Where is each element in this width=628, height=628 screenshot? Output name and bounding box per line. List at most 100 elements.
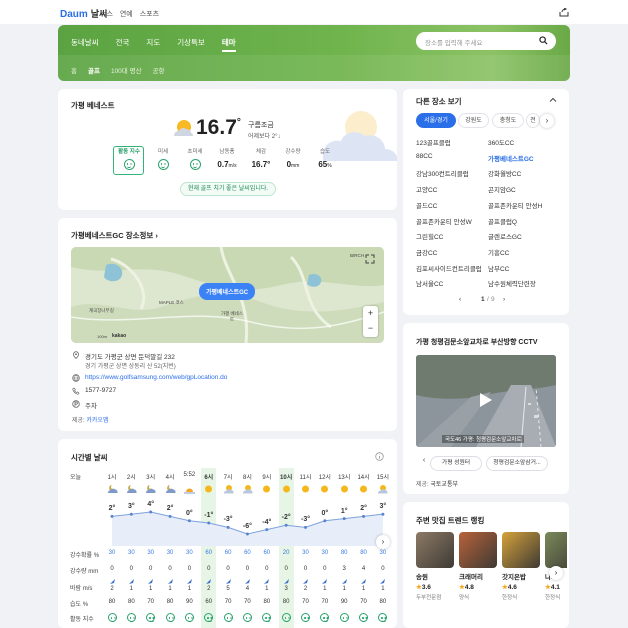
- restaurants-next-button[interactable]: ›: [549, 566, 563, 580]
- cctv-chip-2[interactable]: 청평검문소앞삼거...: [486, 456, 548, 471]
- partly-cloudy-icon: [174, 120, 193, 136]
- category-next-button[interactable]: ›: [540, 114, 554, 128]
- info-icon[interactable]: [375, 452, 384, 461]
- sun-icon: [205, 485, 213, 493]
- temperature-point: [245, 532, 249, 536]
- restaurant-item[interactable]: 갓지은밥 ★4.6 한정식: [502, 532, 540, 601]
- night-cloud-icon: [165, 485, 176, 493]
- subtab-airport[interactable]: 공항: [153, 68, 165, 75]
- hour-temp: 3°: [127, 503, 135, 511]
- chevron-up-icon[interactable]: [549, 96, 557, 104]
- category-more[interactable]: 전: [526, 113, 540, 128]
- restaurant-item[interactable]: 송원 ★3.6 두부전문점: [416, 532, 454, 601]
- place-item[interactable]: 360도CC: [488, 137, 514, 147]
- activity-face-icon: [359, 613, 369, 623]
- zoom-out-button[interactable]: −: [363, 321, 378, 336]
- hour-time: 2시: [126, 475, 136, 481]
- place-item[interactable]: 골프클럽Q: [488, 216, 517, 226]
- tab-theme[interactable]: 테마: [221, 38, 236, 52]
- golf-message: 현재 골프 치기 좋은 날씨입니다.: [180, 182, 276, 196]
- place-item[interactable]: 골프존카운티 안성H: [488, 200, 542, 210]
- category-chungcheong[interactable]: 충청도: [492, 113, 524, 128]
- night-cloud-icon: [146, 485, 156, 493]
- place-title[interactable]: 가평베네스트GC 장소정보 ›: [71, 230, 158, 241]
- precip-value: 0: [381, 566, 385, 572]
- place-item[interactable]: 골프존카운티 안성W: [416, 216, 472, 226]
- place-item[interactable]: 123골프클럽: [416, 137, 451, 147]
- precip_prob-value: 60: [244, 550, 251, 556]
- place-item[interactable]: 남수원체력단련장: [488, 278, 536, 288]
- place-item[interactable]: 강화월방CC: [488, 168, 521, 178]
- next-page-button[interactable]: ›: [503, 296, 505, 303]
- wind-arrow-icon: [186, 579, 192, 584]
- wind-value: 1: [129, 586, 134, 592]
- prev-page-button[interactable]: ‹: [459, 296, 461, 303]
- hour-temp: 2°: [166, 505, 174, 513]
- map-pin-label[interactable]: 가평베네스트GC: [199, 283, 256, 300]
- place-item[interactable]: 금강CC: [416, 247, 437, 257]
- subtab-home[interactable]: 홈: [71, 68, 77, 75]
- subtab-golf[interactable]: 골프: [88, 68, 100, 75]
- map-label-valley: 계곡장나무길: [89, 308, 114, 313]
- humidity-value: 70: [321, 599, 329, 605]
- nav-news[interactable]: 뉴스: [100, 11, 113, 18]
- tab-warning[interactable]: 기상특보: [177, 38, 205, 47]
- nav-sports[interactable]: 스포츠: [140, 11, 159, 18]
- place-item[interactable]: 남서울CC: [416, 278, 443, 288]
- source-text: 제공: 카카오맵: [72, 418, 109, 424]
- place-item[interactable]: 글렌로스GC: [488, 231, 522, 241]
- place-item[interactable]: 남부CC: [488, 263, 509, 273]
- search-input[interactable]: 장소를 입력해 주세요: [416, 32, 556, 50]
- humidity-value: 80: [108, 599, 116, 605]
- place-item[interactable]: 고양CC: [416, 184, 437, 194]
- place-item[interactable]: 곤지암GC: [488, 184, 516, 194]
- precip_prob-value: 30: [302, 550, 309, 556]
- place-item[interactable]: 골드CC: [416, 200, 437, 210]
- stat-value: 0mm: [277, 160, 309, 169]
- course-map[interactable]: BIRCH 계곡장나무길 MAPLE 코스 가평 베네스트 100m kakao…: [71, 247, 384, 343]
- tab-nation[interactable]: 전국: [116, 38, 130, 47]
- restaurant-category: 두부전문점: [416, 595, 442, 601]
- nav-entertainment[interactable]: 연예: [120, 11, 133, 18]
- cctv-overlay-text: 국도46 가평: 청평검문소앞교차로: [442, 435, 525, 443]
- temperature-point: [226, 525, 230, 529]
- subtab-mountain[interactable]: 100대 명산: [111, 68, 142, 75]
- wind-value: 1: [342, 586, 346, 592]
- place-item[interactable]: 그린힐CC: [416, 231, 443, 241]
- search-icon[interactable]: [539, 36, 548, 45]
- sun-icon: [302, 485, 309, 493]
- restaurant-item[interactable]: 크래머리 ★4.8 양식: [459, 532, 497, 601]
- kakaomap-link[interactable]: 카카오맵: [86, 418, 108, 424]
- share-icon[interactable]: [559, 8, 569, 17]
- tab-local[interactable]: 동네날씨: [71, 38, 99, 47]
- cctv-prev-button[interactable]: ‹: [419, 456, 429, 466]
- hour-temp: -1°: [204, 512, 214, 519]
- sun-icon: [263, 485, 271, 493]
- hour-temp: -6°: [242, 523, 252, 530]
- humidity-value: 90: [340, 599, 348, 605]
- cctv-chip-1[interactable]: 가평 성원터: [430, 456, 482, 471]
- phone-text[interactable]: 1577-9727: [85, 387, 116, 394]
- category-gangwon[interactable]: 강원도: [458, 113, 489, 128]
- stat-label: 체감: [255, 149, 267, 155]
- place-item[interactable]: 88CC: [416, 153, 433, 160]
- cctv-video[interactable]: 국도46 가평: 청평검문소앞교차로: [416, 355, 556, 447]
- address-old-text: 경기 가평군 상면 상동리 산 52(지번): [85, 364, 176, 370]
- play-icon[interactable]: [479, 392, 493, 408]
- zoom-in-button[interactable]: +: [363, 306, 378, 321]
- hour-time: 12시: [318, 475, 331, 481]
- fullscreen-icon[interactable]: [365, 254, 375, 264]
- row-label: 활동 지수: [70, 617, 94, 623]
- hourly-next-button[interactable]: ›: [376, 535, 390, 549]
- tab-map[interactable]: 지도: [146, 38, 160, 47]
- hour-time: 9시: [262, 475, 272, 481]
- wind-value: 2: [303, 586, 308, 592]
- smile-face-icon: [189, 159, 201, 170]
- place-item[interactable]: 강남300컨트리클럽: [416, 168, 469, 178]
- category-seoul[interactable]: 서울/경기: [416, 113, 456, 128]
- temperature-point: [168, 514, 172, 518]
- website-link[interactable]: https://www.golfsamsung.com/web/gpLocati…: [85, 374, 227, 381]
- place-item[interactable]: 김포씨사이드컨트리클럽: [416, 263, 482, 273]
- place-item[interactable]: 기흥CC: [488, 247, 509, 257]
- place-item[interactable]: 가평베네스트GC: [488, 153, 534, 163]
